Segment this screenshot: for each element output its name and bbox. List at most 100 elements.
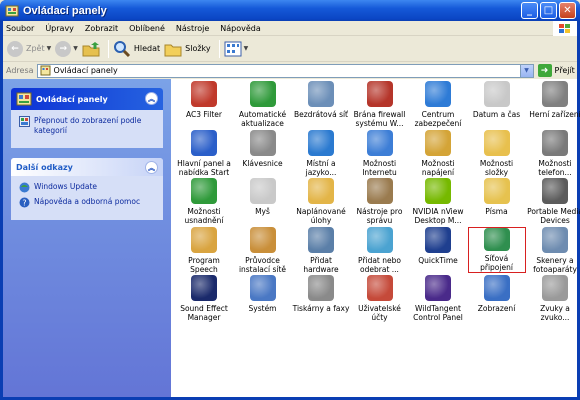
display-icon	[483, 275, 510, 301]
views-dropdown-icon[interactable]: ▼	[244, 45, 249, 52]
menu-zobrazit[interactable]: Zobrazit	[85, 24, 118, 33]
help-support-label: Nápověda a odborná pomoc	[34, 197, 141, 206]
control-panel-items: AC3 Filter Automatické aktualizace Bezdrát…	[171, 79, 580, 397]
cpl-item[interactable]: Síťová připojení	[467, 226, 526, 273]
control-panel-box-header[interactable]: Ovládací panely ︽	[11, 88, 163, 110]
mouse-icon	[249, 178, 276, 204]
search-button[interactable]: Hledat	[113, 40, 160, 58]
folders-label: Složky	[185, 44, 211, 53]
cpl-item-label: Skenery a fotoaparáty	[533, 255, 577, 274]
add-remove-programs-icon	[366, 226, 393, 253]
up-folder-button[interactable]	[82, 41, 100, 57]
cpl-item-label: Písma	[485, 207, 508, 216]
cpl-item-label: Možnosti složky	[479, 158, 514, 177]
internet-options-icon	[366, 129, 393, 156]
add-hardware-icon	[308, 226, 334, 253]
cpl-item[interactable]: Systém	[234, 275, 292, 331]
admin-tools-icon	[366, 178, 393, 204]
system-icon	[249, 275, 276, 301]
see-also-title: Další odkazy	[16, 162, 73, 172]
sound-effect-icon	[191, 275, 217, 301]
wireless-network-icon	[308, 81, 334, 107]
cpl-item-label: AC3 Filter	[186, 110, 222, 119]
close-button[interactable]: ✕	[559, 2, 576, 19]
collapse-icon[interactable]: ︽	[145, 92, 158, 105]
cpl-item[interactable]: Uživatelské účty	[351, 275, 409, 331]
menu-oblibene[interactable]: Oblíbené	[129, 24, 165, 33]
taskbar-icon	[191, 129, 217, 156]
forward-button[interactable]: → ▼	[55, 40, 78, 57]
menu-nastroje[interactable]: Nástroje	[176, 24, 209, 33]
ac3-filter-icon	[191, 81, 217, 107]
cpl-item-label: Přidat hardware	[303, 255, 339, 274]
cpl-item-label: QuickTime	[418, 255, 458, 265]
views-button[interactable]: ▼	[224, 41, 249, 57]
user-accounts-icon	[366, 275, 393, 301]
address-field[interactable]: Ovládací panely ▼	[36, 63, 534, 78]
menu-upravy[interactable]: Úpravy	[45, 24, 74, 33]
back-button[interactable]: ← Zpět ▼	[7, 40, 52, 57]
menu-napoveda[interactable]: Nápověda	[220, 24, 261, 33]
cpl-item-label: Možnosti telefon...	[538, 158, 572, 177]
help-icon: ?	[19, 197, 30, 208]
folders-button[interactable]: Složky	[164, 41, 211, 57]
menu-soubor[interactable]: Soubor	[6, 24, 34, 33]
firewall-icon	[366, 81, 393, 107]
cpl-item[interactable]: Sound Effect Manager	[175, 275, 233, 331]
address-dropdown-icon[interactable]: ▼	[519, 64, 533, 77]
switch-category-view-link[interactable]: Přepnout do zobrazení podle kategorií	[19, 116, 155, 136]
cpl-item-label: Místní a jazyko...	[305, 158, 337, 177]
cpl-item-label: Bezdrátová síť	[293, 110, 349, 119]
back-label: Zpět	[26, 44, 45, 53]
cpl-item[interactable]: Zobrazení	[468, 275, 526, 331]
folders-icon	[164, 44, 182, 56]
cpl-item-label: Síťová připojení	[480, 253, 513, 272]
cpl-item-label: Možnosti napájení	[421, 158, 455, 177]
go-button[interactable]: ➜ Přejít	[537, 64, 575, 77]
scheduled-tasks-icon	[308, 178, 334, 204]
scanner-camera-icon	[542, 226, 568, 253]
address-value: Ovládací panely	[53, 66, 118, 75]
cpl-item-label: Sound Effect Manager	[180, 304, 228, 322]
sounds-icon	[542, 275, 568, 301]
maximize-button[interactable]: □	[540, 2, 557, 19]
title-bar[interactable]: Ovládací panely _ □ ✕	[0, 0, 580, 21]
cpl-item[interactable]: Zvuky a zvuko...	[526, 275, 580, 331]
quicktime-icon	[425, 226, 451, 253]
cpl-item-label: Centrum zabezpečení	[414, 110, 462, 128]
cpl-item-label: Průvodce instalací sítě	[238, 255, 287, 274]
go-arrow-icon: ➜	[537, 64, 552, 77]
control-panel-icon	[5, 5, 19, 16]
search-icon	[113, 40, 130, 57]
cpl-item[interactable]: WildTangent Control Panel	[409, 275, 467, 331]
network-connections-icon	[483, 227, 510, 251]
back-dropdown-icon[interactable]: ▼	[47, 45, 52, 52]
minimize-button[interactable]: _	[521, 2, 538, 19]
search-label: Hledat	[133, 44, 161, 53]
cpl-item-label: Přidat nebo odebrat ...	[358, 255, 401, 274]
task-pane: Ovládací panely ︽ Přepnout do zobrazení …	[3, 79, 171, 397]
category-view-icon	[19, 116, 30, 127]
control-panel-small-icon	[40, 65, 51, 76]
cpl-item-label: Tiskárny a faxy	[292, 304, 350, 313]
fonts-icon	[483, 178, 510, 204]
cpl-item[interactable]: Tiskárny a faxy	[292, 275, 350, 331]
cpl-item-label: Program Speech	[188, 255, 220, 274]
address-bar: Adresa Ovládací panely ▼ ➜ Přejít	[3, 62, 577, 79]
forward-arrow-icon: →	[55, 40, 72, 57]
cpl-item-label: Systém	[248, 304, 277, 313]
control-panel-header-icon	[16, 92, 32, 106]
window-title: Ovládací panely	[23, 4, 107, 17]
forward-dropdown-icon[interactable]: ▼	[73, 45, 78, 52]
menu-bar: Soubor Úpravy Zobrazit Oblíbené Nástroje…	[3, 21, 577, 36]
media-devices-icon	[542, 178, 568, 204]
windows-update-label: Windows Update	[34, 182, 98, 191]
windows-update-icon	[19, 182, 30, 193]
collapse-icon[interactable]: ︽	[145, 161, 158, 174]
see-also-box-header[interactable]: Další odkazy ︽	[11, 158, 163, 176]
game-controller-icon	[542, 81, 568, 107]
cpl-item-label: Možnosti usnadnění	[184, 207, 224, 225]
auto-update-icon	[249, 81, 276, 107]
help-support-link[interactable]: ? Nápověda a odborná pomoc	[19, 197, 155, 208]
windows-update-link[interactable]: Windows Update	[19, 182, 155, 193]
